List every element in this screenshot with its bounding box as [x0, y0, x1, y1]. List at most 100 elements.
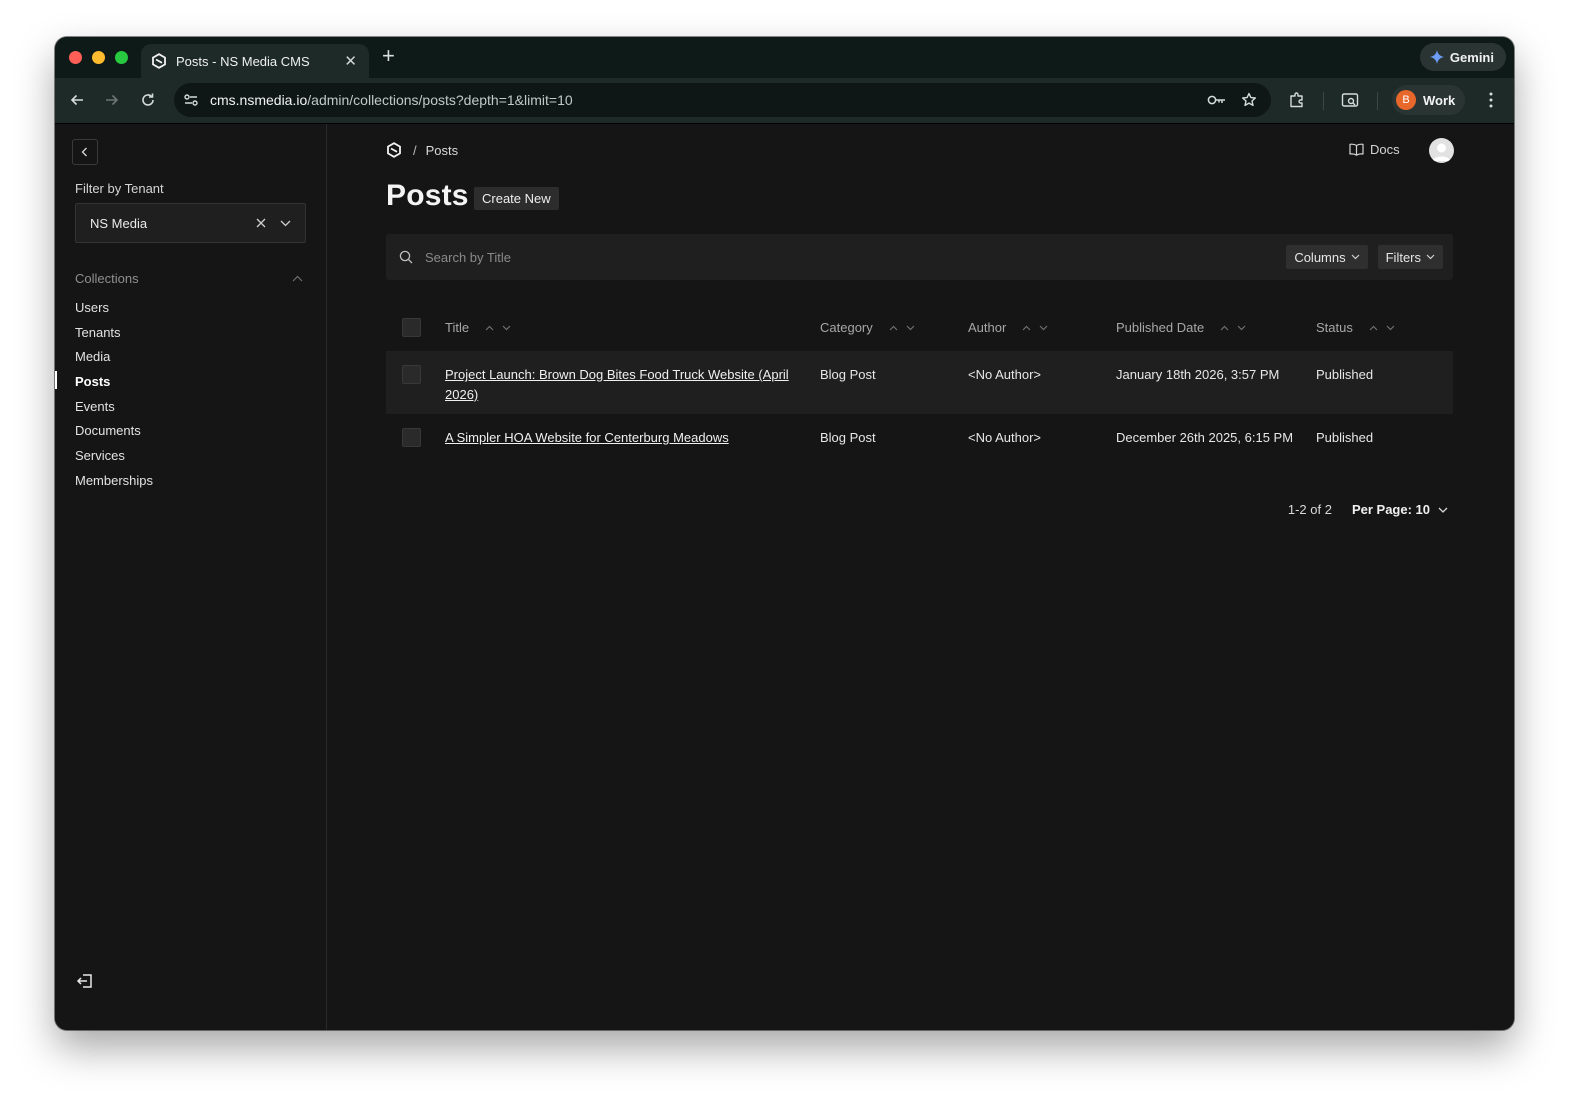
post-title-link[interactable]: Project Launch: Brown Dog Bites Food Tru…	[445, 367, 789, 402]
column-published-date-label: Published Date	[1116, 319, 1205, 335]
sort-ascending-icon[interactable]	[1220, 325, 1229, 331]
column-header-published-date: Published Date	[1116, 318, 1316, 338]
table-row: Project Launch: Brown Dog Bites Food Tru…	[386, 351, 1453, 414]
address-bar[interactable]: cms.nsmedia.io/admin/collections/posts?d…	[174, 83, 1271, 117]
per-page-select[interactable]: Per Page: 10	[1352, 502, 1448, 517]
create-new-button[interactable]: Create New	[474, 187, 559, 210]
sidebar-item-users[interactable]: Users	[75, 296, 153, 321]
row-status: Published	[1316, 430, 1374, 445]
sort-descending-icon[interactable]	[502, 325, 511, 331]
column-author-label: Author	[968, 319, 1007, 335]
url-host: cms.nsmedia.io	[210, 92, 308, 108]
chevron-down-icon	[1351, 254, 1360, 260]
sidebar-item-tenants[interactable]: Tenants	[75, 321, 153, 346]
payload-logo-icon[interactable]	[386, 142, 402, 158]
column-title-label: Title	[445, 319, 470, 335]
sort-descending-icon[interactable]	[906, 325, 915, 331]
posts-table: Title Category Author Published Date Sta…	[386, 304, 1453, 477]
column-header-status: Status	[1316, 318, 1453, 338]
browser-window: Posts - NS Media CMS ✕ + Gemini cms.nsme…	[55, 37, 1514, 1030]
filters-button[interactable]: Filters	[1377, 245, 1443, 269]
pagination: 1-2 of 2 Per Page: 10	[1288, 502, 1448, 517]
sort-descending-icon[interactable]	[1386, 325, 1395, 331]
book-icon	[1349, 143, 1364, 156]
filter-by-tenant-label: Filter by Tenant	[75, 181, 164, 196]
row-status: Published	[1316, 367, 1374, 382]
collections-group-header[interactable]: Collections	[75, 271, 303, 286]
url-path: /admin/collections/posts?depth=1&limit=1…	[307, 92, 573, 108]
tab-close-icon[interactable]: ✕	[344, 54, 357, 69]
back-arrow-icon[interactable]	[67, 90, 87, 110]
collapse-sidebar-button[interactable]	[72, 139, 98, 165]
logout-icon[interactable]	[76, 972, 94, 990]
bookmark-star-icon[interactable]	[1241, 92, 1257, 108]
reload-icon[interactable]	[138, 90, 158, 110]
browser-tab[interactable]: Posts - NS Media CMS ✕	[141, 44, 369, 78]
per-page-label: Per Page: 10	[1351, 502, 1430, 517]
sort-descending-icon[interactable]	[1237, 325, 1246, 331]
gemini-button[interactable]: Gemini	[1419, 43, 1506, 71]
profile-button[interactable]: B Work	[1392, 85, 1466, 115]
url-text[interactable]: cms.nsmedia.io/admin/collections/posts?d…	[210, 92, 1207, 108]
active-nav-indicator	[55, 371, 57, 389]
row-checkbox[interactable]	[402, 365, 421, 384]
site-settings-icon[interactable]	[182, 91, 200, 109]
column-header-category: Category	[820, 318, 968, 338]
gemini-sparkle-icon	[1429, 50, 1444, 64]
sidebar-item-media[interactable]: Media	[75, 345, 153, 370]
minimize-window-button[interactable]	[92, 51, 105, 64]
row-category: Blog Post	[820, 367, 876, 382]
close-window-button[interactable]	[69, 51, 82, 64]
search-input[interactable]	[425, 249, 1287, 265]
chevron-left-icon	[81, 147, 87, 157]
docs-label: Docs	[1370, 142, 1400, 157]
sidebar: Filter by Tenant NS Media Collections Us…	[55, 124, 327, 1030]
extensions-puzzle-icon[interactable]	[1287, 90, 1307, 110]
row-author: <No Author>	[968, 367, 1041, 382]
sort-ascending-icon[interactable]	[1022, 325, 1031, 331]
main-content: / Posts Docs Posts Create New Columns Fi…	[328, 124, 1514, 1030]
profile-label: Work	[1423, 92, 1456, 108]
sort-descending-icon[interactable]	[1039, 325, 1048, 331]
sidebar-item-documents[interactable]: Documents	[75, 419, 153, 444]
sort-ascending-icon[interactable]	[1369, 325, 1378, 331]
row-published-date: December 26th 2025, 6:15 PM	[1116, 430, 1294, 445]
sort-ascending-icon[interactable]	[485, 325, 494, 331]
columns-label: Columns	[1294, 249, 1346, 265]
tenant-select[interactable]: NS Media	[75, 203, 306, 243]
list-controls: Columns Filters	[386, 234, 1453, 280]
sort-ascending-icon[interactable]	[889, 325, 898, 331]
new-tab-button[interactable]: +	[382, 45, 395, 67]
row-checkbox[interactable]	[402, 428, 421, 447]
column-category-label: Category	[820, 319, 873, 335]
password-key-icon[interactable]	[1207, 93, 1227, 107]
column-header-author: Author	[968, 318, 1116, 338]
column-status-label: Status	[1316, 319, 1353, 335]
chevron-down-icon[interactable]	[280, 220, 291, 227]
post-title-link[interactable]: A Simpler HOA Website for Centerburg Mea…	[445, 430, 729, 445]
row-author: <No Author>	[968, 430, 1041, 445]
user-avatar[interactable]	[1429, 138, 1454, 163]
docs-link[interactable]: Docs	[1349, 142, 1400, 157]
sidebar-item-services[interactable]: Services	[75, 444, 153, 469]
sidebar-item-events[interactable]: Events	[75, 395, 153, 420]
browser-menu-icon[interactable]	[1481, 90, 1501, 110]
tab-search-icon[interactable]	[1340, 90, 1360, 110]
breadcrumb: / Posts	[386, 142, 458, 158]
row-category: Blog Post	[820, 430, 876, 445]
clear-icon[interactable]	[256, 218, 266, 228]
columns-button[interactable]: Columns	[1286, 245, 1368, 269]
payload-logo-icon	[151, 53, 167, 69]
tab-bar: Posts - NS Media CMS ✕ + Gemini	[55, 37, 1514, 78]
pagination-range: 1-2 of 2	[1287, 502, 1332, 517]
sidebar-item-posts[interactable]: Posts	[75, 370, 153, 395]
profile-avatar: B	[1396, 90, 1416, 110]
forward-arrow-icon[interactable]	[102, 90, 122, 110]
toolbar-divider	[1323, 92, 1324, 110]
sidebar-item-memberships[interactable]: Memberships	[75, 469, 153, 494]
table-row: A Simpler HOA Website for Centerburg Mea…	[386, 414, 1453, 477]
toolbar-divider	[1377, 92, 1378, 110]
table-header: Title Category Author Published Date Sta…	[386, 304, 1453, 351]
select-all-checkbox[interactable]	[402, 318, 421, 337]
maximize-window-button[interactable]	[115, 51, 128, 64]
